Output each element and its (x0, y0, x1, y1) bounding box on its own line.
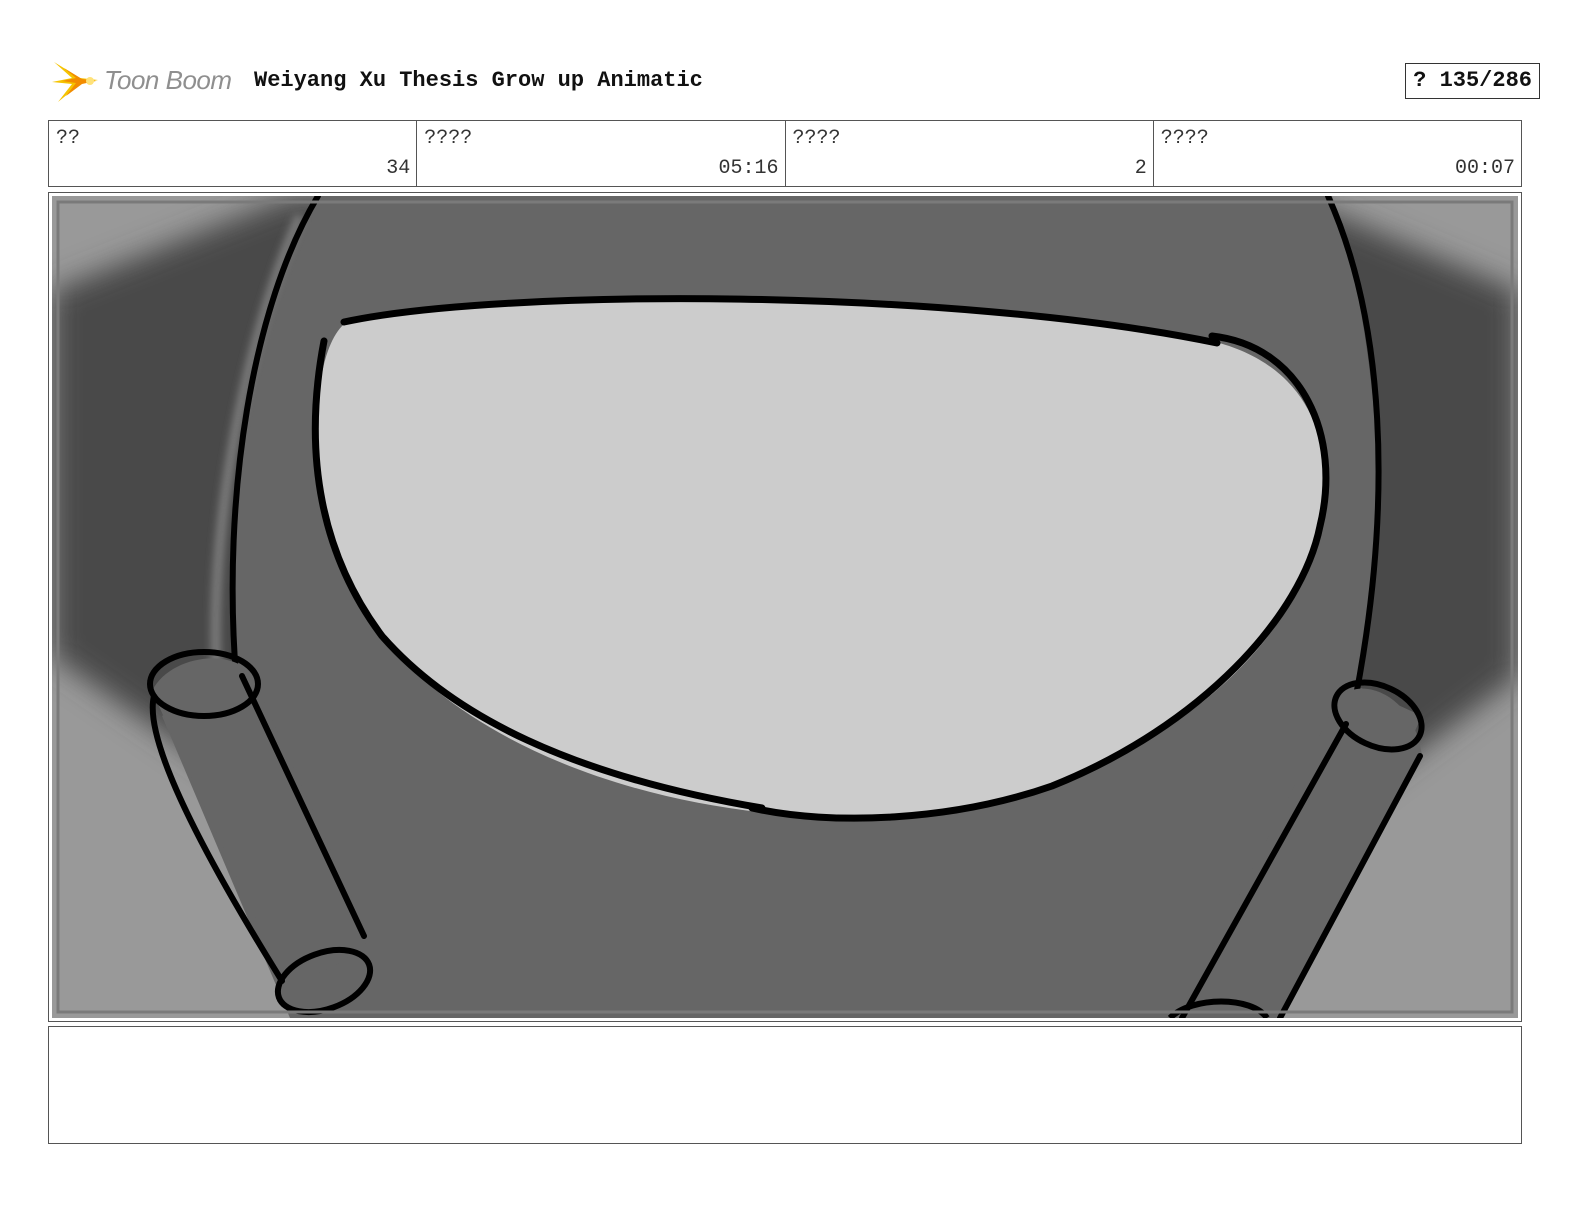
info-label: ?? (56, 127, 81, 150)
info-cell-duration: ???? 00:07 (1154, 121, 1521, 186)
info-value: 34 (386, 157, 411, 180)
starburst-logo-icon (52, 62, 98, 102)
panel-drawing (52, 196, 1518, 1018)
info-value: 05:16 (718, 157, 779, 180)
toon-boom-logo: Toon Boom (50, 56, 240, 108)
storyboard-panel (48, 192, 1522, 1022)
info-label: ???? (424, 127, 473, 150)
panel-info-row: ?? 34 ???? 05:16 ???? 2 ???? 00:07 (48, 120, 1522, 187)
info-value: 2 (1134, 157, 1147, 180)
info-cell-panel: ???? 2 (786, 121, 1154, 186)
info-cell-scene: ?? 34 (49, 121, 418, 186)
document-title: Weiyang Xu Thesis Grow up Animatic (254, 68, 703, 93)
page-counter: ? 135/286 (1405, 63, 1540, 99)
info-label: ???? (1160, 127, 1209, 150)
info-cell-timecode: ???? 05:16 (417, 121, 786, 186)
page-header: Toon Boom Weiyang Xu Thesis Grow up Anim… (50, 56, 1540, 108)
info-value: 00:07 (1454, 157, 1515, 180)
logo-wordmark: Toon Boom (104, 65, 232, 95)
notes-box (48, 1026, 1522, 1144)
info-label: ???? (792, 127, 841, 150)
